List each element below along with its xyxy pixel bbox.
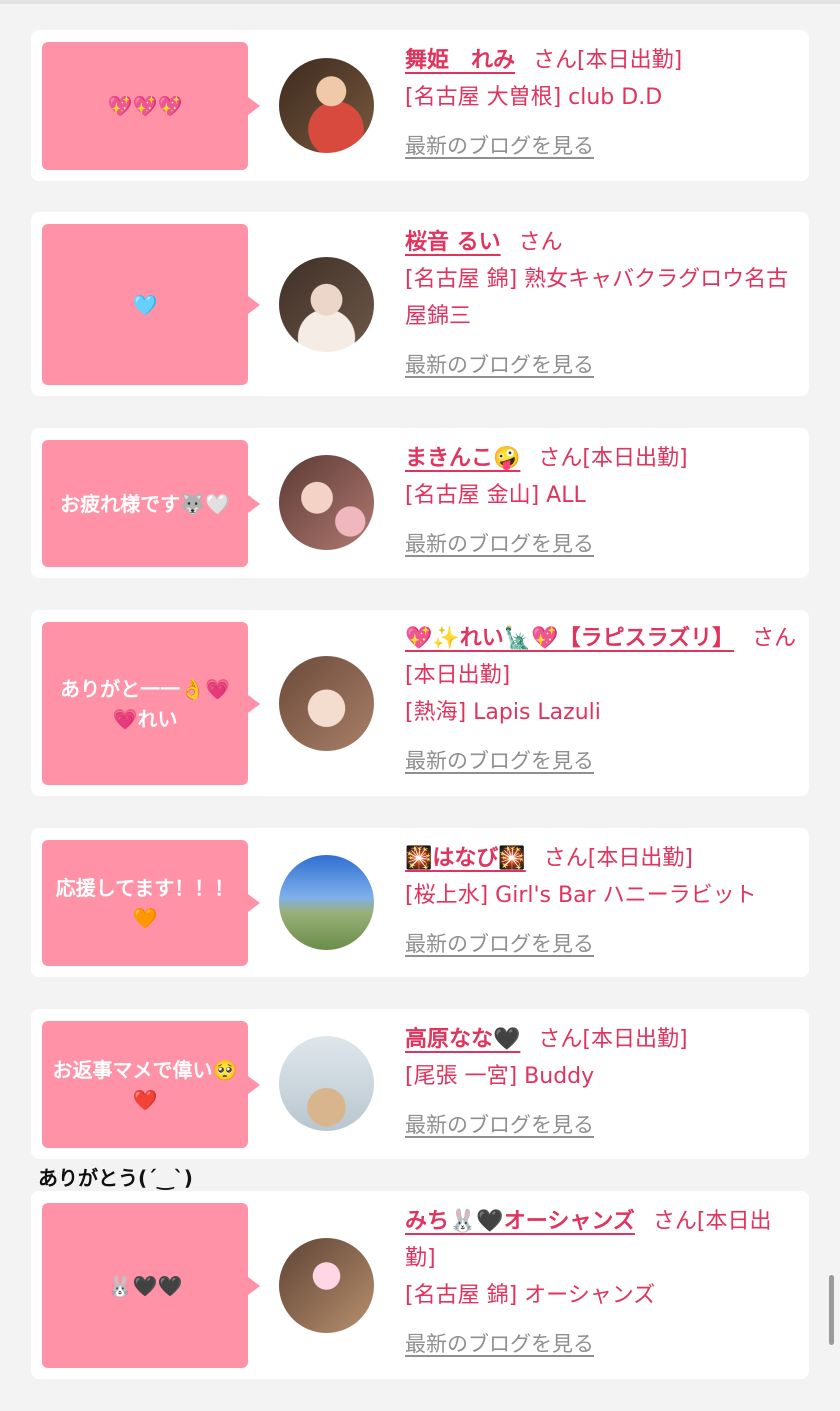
shop-name: [尾張 一宮] Buddy bbox=[405, 1064, 595, 1089]
message-text: お返事マメで偉い🥺❤️ bbox=[52, 1057, 238, 1112]
message-bubble: 応援してます！！！🧡 bbox=[42, 840, 260, 966]
shop-name: [名古屋 金山] ALL bbox=[405, 483, 586, 508]
cast-suffix: さん bbox=[518, 230, 563, 255]
avatar[interactable] bbox=[279, 1238, 374, 1333]
message-text: ありがと一一👌💗💗れい bbox=[60, 676, 230, 731]
shop-name: [名古屋 錦] 熟女キャバクラグロウ名古屋錦三 bbox=[405, 267, 789, 329]
cast-suffix: さん[本日出勤] bbox=[533, 48, 683, 73]
avatar[interactable] bbox=[279, 855, 374, 950]
latest-blog-link[interactable]: 最新のブログを見る bbox=[405, 1107, 801, 1144]
shop-name: [熱海] Lapis Lazuli bbox=[405, 700, 601, 725]
shop-name: [名古屋 大曽根] club D.D bbox=[405, 85, 663, 110]
message-card: お疲れ様です🐺🤍 まきんこ🤪 さん[本日出勤] [名古屋 金山] ALL 最新のブ… bbox=[31, 428, 809, 578]
message-bubble: 💖💖💖 bbox=[42, 42, 260, 170]
message-text: 🐰🖤🖤 bbox=[107, 1273, 183, 1298]
message-bubble: 🐰🖤🖤 bbox=[42, 1203, 260, 1368]
message-card: 🐰🖤🖤 みち🐰🖤オーシャンズ さん[本日出勤] [名古屋 錦] オーシャンズ 最新… bbox=[31, 1191, 809, 1379]
avatar[interactable] bbox=[279, 58, 374, 153]
avatar[interactable] bbox=[279, 1036, 374, 1131]
latest-blog-link[interactable]: 最新のブログを見る bbox=[405, 1326, 801, 1363]
avatar[interactable] bbox=[279, 455, 374, 550]
message-card: ありがと一一👌💗💗れい 💖✨れい🗽💖【ラピスラズリ】 さん[本日出勤] [熱海] … bbox=[31, 610, 809, 796]
shop-name: [桜上水] Girl's Bar ハニーラビット bbox=[405, 883, 757, 908]
cast-name-link[interactable]: 高原なな🖤 bbox=[405, 1027, 520, 1052]
message-text: 💖💖💖 bbox=[107, 94, 183, 118]
message-text: 応援してます！！！🧡 bbox=[55, 876, 235, 930]
avatar[interactable] bbox=[279, 656, 374, 751]
latest-blog-link[interactable]: 最新のブログを見る bbox=[405, 926, 801, 963]
message-card: お返事マメで偉い🥺❤️ 高原なな🖤 さん[本日出勤] [尾張 一宮] Buddy … bbox=[31, 1009, 809, 1159]
cast-name-link[interactable]: 🎇はなび🎇 bbox=[405, 846, 526, 871]
message-text: お疲れ様です🐺🤍 bbox=[60, 491, 230, 516]
cast-name-link[interactable]: 舞姫 れみ bbox=[405, 48, 515, 73]
message-bubble: お疲れ様です🐺🤍 bbox=[42, 440, 260, 567]
avatar[interactable] bbox=[279, 257, 374, 352]
latest-blog-link[interactable]: 最新のブログを見る bbox=[405, 128, 801, 165]
message-bubble: ありがと一一👌💗💗れい bbox=[42, 622, 260, 785]
cast-suffix: さん[本日出勤] bbox=[538, 1027, 688, 1052]
message-card: 🩵 桜音 るい さん [名古屋 錦] 熟女キャバクラグロウ名古屋錦三 最新のブログ… bbox=[31, 212, 809, 396]
top-divider bbox=[0, 0, 840, 4]
cast-suffix: さん[本日出勤] bbox=[543, 846, 693, 871]
message-bubble: お返事マメで偉い🥺❤️ bbox=[42, 1021, 260, 1148]
cast-name-link[interactable]: 💖✨れい🗽💖【ラピスラズリ】 bbox=[405, 626, 734, 651]
latest-blog-link[interactable]: 最新のブログを見る bbox=[405, 743, 801, 780]
cast-name-link[interactable]: まきんこ🤪 bbox=[405, 446, 520, 471]
cast-suffix: さん[本日出勤] bbox=[538, 446, 688, 471]
message-text: 🩵 bbox=[132, 292, 158, 317]
cast-name-link[interactable]: みち🐰🖤オーシャンズ bbox=[405, 1209, 635, 1234]
latest-blog-link[interactable]: 最新のブログを見る bbox=[405, 347, 801, 384]
shop-name: [名古屋 錦] オーシャンズ bbox=[405, 1283, 656, 1308]
caption-text: ありがとう(´‿`) bbox=[38, 1166, 193, 1190]
scrollbar[interactable] bbox=[829, 1275, 834, 1345]
latest-blog-link[interactable]: 最新のブログを見る bbox=[405, 526, 801, 563]
message-card: 💖💖💖 舞姫 れみ さん[本日出勤] [名古屋 大曽根] club D.D 最新の… bbox=[31, 30, 809, 181]
message-card: 応援してます！！！🧡 🎇はなび🎇 さん[本日出勤] [桜上水] Girl's Ba… bbox=[31, 828, 809, 977]
message-bubble: 🩵 bbox=[42, 224, 260, 385]
cast-name-link[interactable]: 桜音 るい bbox=[405, 230, 501, 255]
